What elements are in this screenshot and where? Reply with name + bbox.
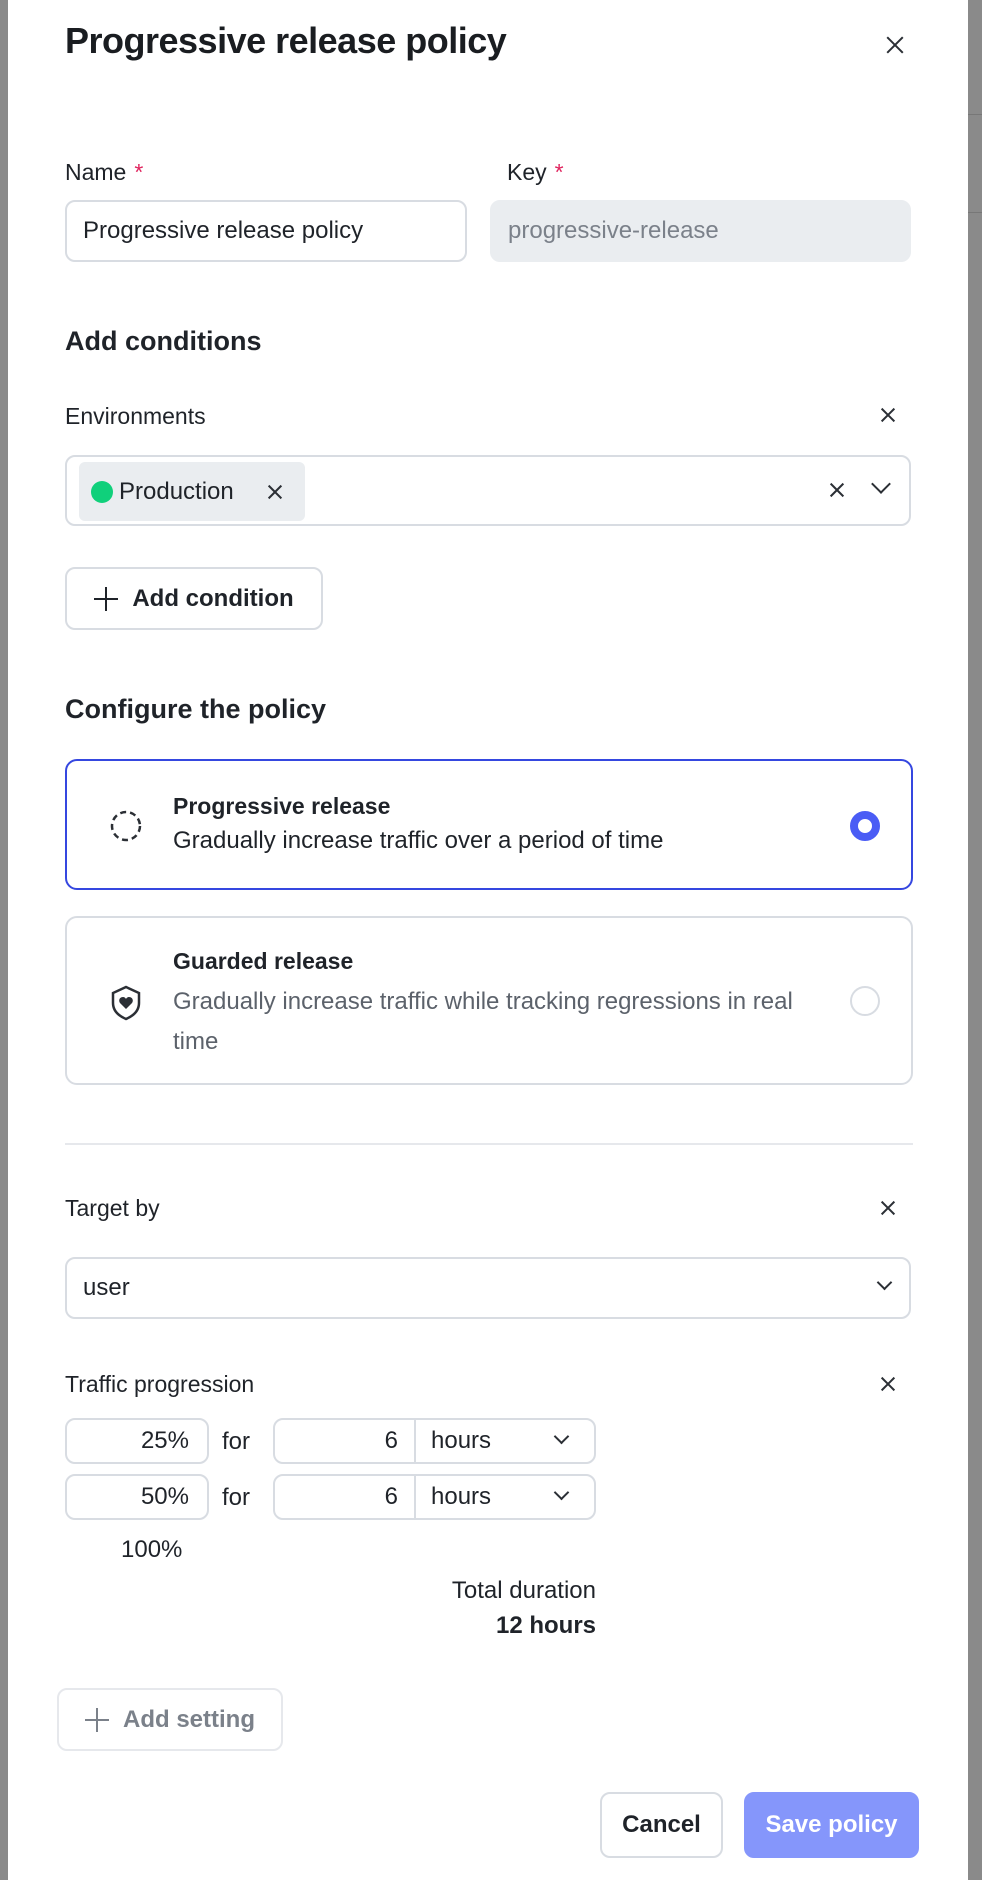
option-description: Gradually increase traffic while trackin…	[173, 988, 793, 1055]
total-duration-label: Total duration	[451, 1577, 596, 1604]
chevron-down-icon[interactable]	[553, 1428, 570, 1445]
remove-environments-icon[interactable]	[878, 405, 898, 425]
environments-label: Environments	[65, 403, 206, 429]
unit-select[interactable]: hours	[431, 1420, 491, 1462]
duration-input[interactable]: 6	[275, 1476, 416, 1518]
close-icon[interactable]	[882, 32, 908, 58]
chip-label: Production	[119, 477, 234, 505]
name-input[interactable]: Progressive release policy	[65, 200, 467, 262]
option-description: Gradually increase traffic over a period…	[173, 827, 664, 854]
for-label: for	[222, 1428, 251, 1455]
key-input[interactable]: progressive-release	[490, 200, 911, 262]
chevron-down-icon[interactable]	[871, 474, 891, 494]
target-by-select[interactable]: user	[65, 1257, 911, 1319]
background-divider	[968, 212, 982, 213]
total-duration-value: 12 hours	[495, 1612, 596, 1639]
radio-selected[interactable]	[850, 811, 880, 841]
save-policy-button[interactable]: Save policy	[744, 1792, 919, 1858]
divider	[65, 1143, 913, 1145]
radio-unselected[interactable]	[850, 986, 880, 1016]
progressive-circle-icon	[110, 810, 142, 842]
chevron-down-icon	[876, 1274, 893, 1291]
policy-option-guarded[interactable]: Guarded release Gradually increase traff…	[65, 916, 913, 1085]
environments-select[interactable]: Production	[65, 455, 911, 526]
add-setting-button[interactable]: Add setting	[57, 1688, 283, 1751]
duration-group: 6 hours	[273, 1418, 596, 1464]
option-title: Guarded release	[173, 948, 354, 974]
shield-heart-icon	[111, 985, 141, 1021]
configure-policy-heading: Configure the policy	[65, 694, 327, 724]
percent-input[interactable]: 50%	[65, 1474, 209, 1520]
duration-input[interactable]: 6	[275, 1420, 416, 1462]
option-title: Progressive release	[173, 793, 391, 819]
duration-group: 6 hours	[273, 1474, 596, 1520]
name-label: Name *	[65, 159, 144, 185]
target-by-label: Target by	[65, 1195, 160, 1221]
background-divider	[968, 114, 982, 115]
percent-input[interactable]: 25%	[65, 1418, 209, 1464]
final-percent: 100%	[121, 1536, 183, 1563]
status-dot-icon	[91, 480, 113, 503]
environment-chip: Production	[79, 462, 305, 521]
chevron-down-icon[interactable]	[553, 1484, 570, 1501]
for-label: for	[222, 1484, 251, 1511]
remove-chip-icon[interactable]	[265, 482, 285, 502]
cancel-button[interactable]: Cancel	[600, 1792, 723, 1858]
key-label: Key *	[507, 159, 564, 185]
remove-target-icon[interactable]	[878, 1198, 898, 1218]
traffic-progression-label: Traffic progression	[65, 1371, 255, 1397]
plus-icon	[94, 586, 119, 611]
unit-select[interactable]: hours	[431, 1476, 491, 1518]
add-conditions-heading: Add conditions	[65, 326, 262, 356]
plus-icon	[85, 1707, 109, 1732]
policy-dialog: Progressive release policy Name * Progres…	[8, 0, 968, 1880]
policy-option-progressive[interactable]: Progressive release Gradually increase t…	[65, 759, 913, 890]
remove-traffic-icon[interactable]	[878, 1374, 898, 1394]
dialog-title: Progressive release policy	[65, 20, 507, 61]
add-condition-button[interactable]: Add condition	[65, 567, 323, 630]
clear-icon[interactable]	[827, 480, 847, 500]
